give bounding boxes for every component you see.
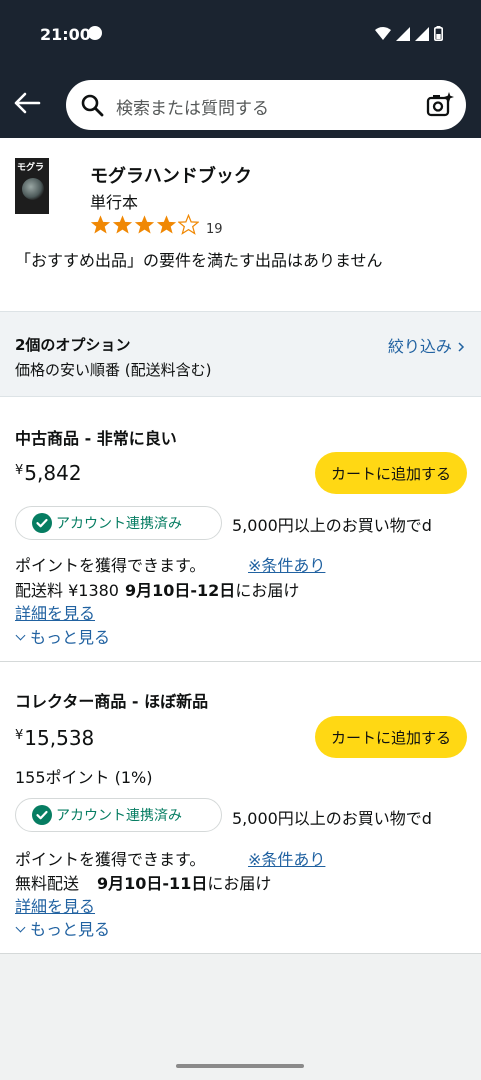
offer-condition: 中古商品 - 非常に良い xyxy=(15,429,177,448)
see-more-label: もっと見る xyxy=(30,628,111,647)
star-full-icon xyxy=(90,215,111,234)
points-earn-text: ポイントを獲得できます。 xyxy=(15,850,206,869)
book-cover-image[interactable]: モグラ xyxy=(15,158,49,214)
chevron-down-icon xyxy=(15,922,26,933)
check-circle-icon xyxy=(32,513,52,533)
offer-card: 中古商品 - 非常に良い ¥5,842 カートに追加する アカウント連携済み 5… xyxy=(0,397,481,662)
filter-button[interactable]: 絞り込み xyxy=(388,333,465,357)
delivery-suffix: にお届け xyxy=(235,581,300,600)
delivery-suffix: にお届け xyxy=(207,874,272,893)
signal-icon xyxy=(396,26,410,41)
currency-symbol: ¥ xyxy=(15,463,24,478)
options-count: 2個のオプション xyxy=(15,336,131,354)
search-placeholder: 検索または質問する xyxy=(116,99,269,119)
see-details-link[interactable]: 詳細を見る xyxy=(15,893,95,917)
check-circle-icon xyxy=(32,805,52,825)
options-bar: 2個のオプション 価格の安い順番 (配送料含む) 絞り込み xyxy=(0,311,481,397)
price-value: 5,842 xyxy=(24,461,82,485)
see-more-link[interactable]: もっと見る xyxy=(15,624,110,648)
search-icon xyxy=(81,94,104,117)
shipping-info: 無料配送 9月10日-11日にお届け xyxy=(15,870,271,894)
app-header: 検索または質問する xyxy=(0,70,481,138)
offer-price: ¥5,842 xyxy=(15,461,82,485)
sort-order: 価格の安い順番 (配送料含む) xyxy=(15,361,212,379)
product-summary: モグラ モグラハンドブック 単行本 19 「おすすめ出品」の要件を満たす出品はあ… xyxy=(0,138,481,311)
system-icons xyxy=(375,26,443,41)
gesture-nav-bar[interactable] xyxy=(176,1064,304,1068)
account-linked-badge: アカウント連携済み xyxy=(15,506,222,540)
add-to-cart-button[interactable]: カートに追加する xyxy=(315,716,467,758)
add-to-cart-button[interactable]: カートに追加する xyxy=(315,452,467,494)
dpoint-promo-text: 5,000円以上のお買い物でd xyxy=(232,809,432,828)
book-cover-art xyxy=(22,178,44,200)
see-details-link[interactable]: 詳細を見る xyxy=(15,600,95,624)
account-linked-label: アカウント連携済み xyxy=(56,808,182,824)
chevron-right-icon xyxy=(458,342,465,352)
book-cover-title: モグラ xyxy=(17,163,45,173)
delivery-date: 9月10日-12日 xyxy=(125,581,236,600)
shipping-fee: 無料配送 xyxy=(15,874,80,893)
notification-icon xyxy=(88,26,102,40)
offer-condition: コレクター商品 - ほぼ新品 xyxy=(15,692,209,711)
product-format: 単行本 xyxy=(90,193,139,212)
see-more-link[interactable]: もっと見る xyxy=(15,916,110,940)
offer-card: コレクター商品 - ほぼ新品 ¥15,538 カートに追加する 155ポイント … xyxy=(0,662,481,954)
chevron-down-icon xyxy=(15,630,26,641)
dpoint-promo-text: 5,000円以上のお買い物でd xyxy=(232,516,432,535)
featured-offer-message: 「おすすめ出品」の要件を満たす出品はありません xyxy=(15,251,383,270)
see-more-label: もっと見る xyxy=(30,920,111,939)
filter-label: 絞り込み xyxy=(387,337,452,356)
account-linked-label: アカウント連携済み xyxy=(56,516,182,532)
conditions-link[interactable]: ※条件あり xyxy=(248,846,325,870)
delivery-date: 9月10日-11日 xyxy=(97,874,208,893)
conditions-link[interactable]: ※条件あり xyxy=(248,552,325,576)
shipping-fee: 配送料 ¥1380 xyxy=(15,581,119,600)
star-full-icon xyxy=(112,215,133,234)
shipping-info: 配送料 ¥1380 9月10日-12日にお届け xyxy=(15,577,299,601)
price-value: 15,538 xyxy=(24,726,95,750)
camera-search-icon[interactable] xyxy=(426,91,454,119)
wifi-icon xyxy=(375,26,391,40)
account-linked-badge: アカウント連携済み xyxy=(15,798,222,832)
rating-count[interactable]: 19 xyxy=(206,222,223,237)
back-arrow-icon[interactable] xyxy=(12,88,42,118)
offer-price: ¥15,538 xyxy=(15,726,94,750)
star-empty-icon xyxy=(178,214,199,235)
currency-symbol: ¥ xyxy=(15,728,24,743)
star-rating[interactable] xyxy=(90,214,199,235)
battery-icon xyxy=(434,26,443,41)
status-time: 21:00 xyxy=(40,25,91,44)
star-full-icon xyxy=(156,215,177,234)
signal-2-icon xyxy=(415,26,429,41)
points-earned: 155ポイント (1%) xyxy=(15,768,153,787)
status-bar: 21:00 xyxy=(0,0,481,70)
star-full-icon xyxy=(134,215,155,234)
product-title[interactable]: モグラハンドブック xyxy=(90,162,252,188)
search-bar[interactable]: 検索または質問する xyxy=(66,80,466,130)
points-earn-text: ポイントを獲得できます。 xyxy=(15,556,206,575)
